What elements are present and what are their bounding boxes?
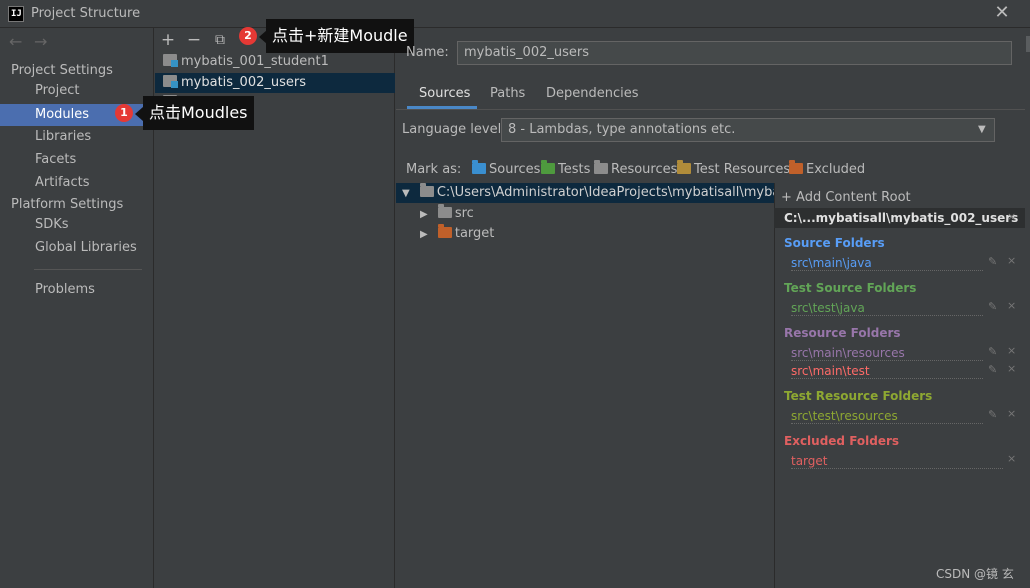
folder-icon <box>419 183 434 197</box>
test-source-folder-path: src\test\java <box>791 300 983 316</box>
nav-item-facets[interactable]: Facets <box>35 149 76 171</box>
watermark: CSDN @镜 玄 <box>936 567 1014 581</box>
folder-icon <box>437 204 452 218</box>
remove-icon[interactable]: × <box>1007 299 1016 312</box>
mark-as-label: Mark as: <box>406 162 462 177</box>
excluded-folder-icon <box>437 224 452 238</box>
mark-as-excluded-label: Excluded <box>806 162 866 177</box>
test-resources-folder-icon <box>677 160 691 174</box>
platform-settings-heading: Platform Settings <box>11 197 124 212</box>
excluded-folder-icon <box>789 160 803 174</box>
name-label: Name: <box>406 45 449 60</box>
step-badge: 1 <box>115 104 133 122</box>
mark-as-resources-label: Resources <box>611 162 678 177</box>
mark-as-sources-label: Sources <box>489 162 541 177</box>
tree-item-label: src <box>454 206 474 221</box>
nav-item-problems[interactable]: Problems <box>35 279 95 301</box>
tree-root-row[interactable]: ▼ C:\Users\Administrator\IdeaProjects\my… <box>402 183 774 203</box>
chevron-down-icon[interactable]: ▼ <box>402 188 410 199</box>
tab-dependencies[interactable]: Dependencies <box>546 86 639 101</box>
mark-as-sources-button[interactable]: Sources <box>472 160 541 177</box>
edit-icon[interactable]: ✎ <box>988 363 997 376</box>
tab-sources[interactable]: Sources <box>419 86 470 101</box>
intellij-logo-icon: IJ <box>8 6 24 22</box>
window-title: Project Structure <box>31 6 141 21</box>
mark-as-test-resources-label: Test Resources <box>694 162 791 177</box>
test-resource-folders-title: Test Resource Folders <box>784 389 933 403</box>
nav-item-sdks[interactable]: SDKs <box>35 214 69 236</box>
tree-item-src[interactable]: ▶ src <box>420 204 474 224</box>
test-resource-folder-path: src\test\resources <box>791 408 983 424</box>
mark-as-excluded-button[interactable]: Excluded <box>789 160 866 177</box>
source-folder-path: src\main\java <box>791 255 983 271</box>
tab-paths[interactable]: Paths <box>490 86 525 101</box>
language-level-label: Language level: <box>402 122 506 137</box>
module-icon <box>163 75 178 88</box>
nav-item-artifacts[interactable]: Artifacts <box>35 172 90 194</box>
callout-click-modules: 点击Moudles <box>143 96 254 130</box>
chevron-right-icon[interactable]: ▶ <box>420 229 428 240</box>
tab-divider <box>396 109 1025 110</box>
nav-item-project[interactable]: Project <box>35 80 79 102</box>
resource-folders-title: Resource Folders <box>784 326 901 340</box>
remove-icon[interactable]: × <box>1007 344 1016 357</box>
edit-icon[interactable]: ✎ <box>988 255 997 268</box>
remove-icon[interactable]: × <box>1007 407 1016 420</box>
remove-icon[interactable]: × <box>1007 254 1016 267</box>
callout-pointer <box>135 107 143 121</box>
back-arrow-icon[interactable]: ← <box>9 32 22 51</box>
source-folders-title: Source Folders <box>784 236 885 250</box>
add-content-root-label: Add Content Root <box>796 190 911 205</box>
tests-folder-icon <box>541 160 555 174</box>
tree-item-label: target <box>454 226 495 241</box>
callout-click-add-module: 点击+新建Moudle <box>266 19 414 53</box>
project-settings-heading: Project Settings <box>11 63 113 78</box>
module-icon <box>163 54 178 67</box>
nav-item-libraries[interactable]: Libraries <box>35 126 91 148</box>
forward-arrow-icon[interactable]: → <box>34 32 47 51</box>
mark-as-tests-label: Tests <box>558 162 591 177</box>
remove-icon[interactable]: × <box>1007 362 1016 375</box>
edit-icon[interactable]: ✎ <box>988 300 997 313</box>
remove-module-button[interactable]: − <box>185 30 203 50</box>
mark-as-resources-button[interactable]: Resources <box>594 160 678 177</box>
nav-item-global-libraries[interactable]: Global Libraries <box>35 237 137 259</box>
test-source-folders-title: Test Source Folders <box>784 281 917 295</box>
add-module-button[interactable]: + <box>159 30 177 50</box>
content-root-path: C:\...mybatisall\mybatis_002_users <box>784 211 1019 225</box>
edit-icon[interactable]: ✎ <box>988 408 997 421</box>
sources-folder-icon <box>472 160 486 174</box>
tree-item-target[interactable]: ▶ target <box>420 224 494 244</box>
module-name: mybatis_001_student1 <box>181 54 329 69</box>
scrollbar-thumb[interactable] <box>1026 36 1030 52</box>
title-bar <box>0 0 1030 28</box>
mark-as-tests-button[interactable]: Tests <box>541 160 591 177</box>
excluded-folder-path: target <box>791 453 1003 469</box>
add-content-root-button[interactable]: + Add Content Root <box>781 190 911 205</box>
close-window-button[interactable]: ✕ <box>992 3 1012 23</box>
nav-divider <box>34 269 142 270</box>
copy-module-button[interactable]: ⧉ <box>211 32 229 48</box>
step-badge: 2 <box>239 27 257 45</box>
module-list-item[interactable]: mybatis_001_student1 <box>155 52 395 72</box>
module-list-item-selected[interactable]: mybatis_002_users <box>155 73 395 93</box>
module-name-input[interactable]: mybatis_002_users <box>457 41 1012 65</box>
remove-content-root-icon[interactable]: × <box>1007 210 1016 223</box>
resources-folder-icon <box>594 160 608 174</box>
nav-item-modules[interactable]: Modules <box>35 104 89 126</box>
resource-folder-path: src\main\test <box>791 363 983 379</box>
excluded-folders-title: Excluded Folders <box>784 434 900 448</box>
module-name: mybatis_002_users <box>181 75 306 90</box>
remove-icon[interactable]: × <box>1007 452 1016 465</box>
language-level-select[interactable]: 8 - Lambdas, type annotations etc. <box>501 118 995 142</box>
chevron-down-icon[interactable]: ▼ <box>978 124 986 135</box>
edit-icon[interactable]: ✎ <box>988 345 997 358</box>
plus-icon: + <box>781 190 797 205</box>
tree-root-path: C:\Users\Administrator\IdeaProjects\myba… <box>436 185 774 200</box>
mark-as-test-resources-button[interactable]: Test Resources <box>677 160 791 177</box>
chevron-right-icon[interactable]: ▶ <box>420 209 428 220</box>
resource-folder-path: src\main\resources <box>791 345 983 361</box>
